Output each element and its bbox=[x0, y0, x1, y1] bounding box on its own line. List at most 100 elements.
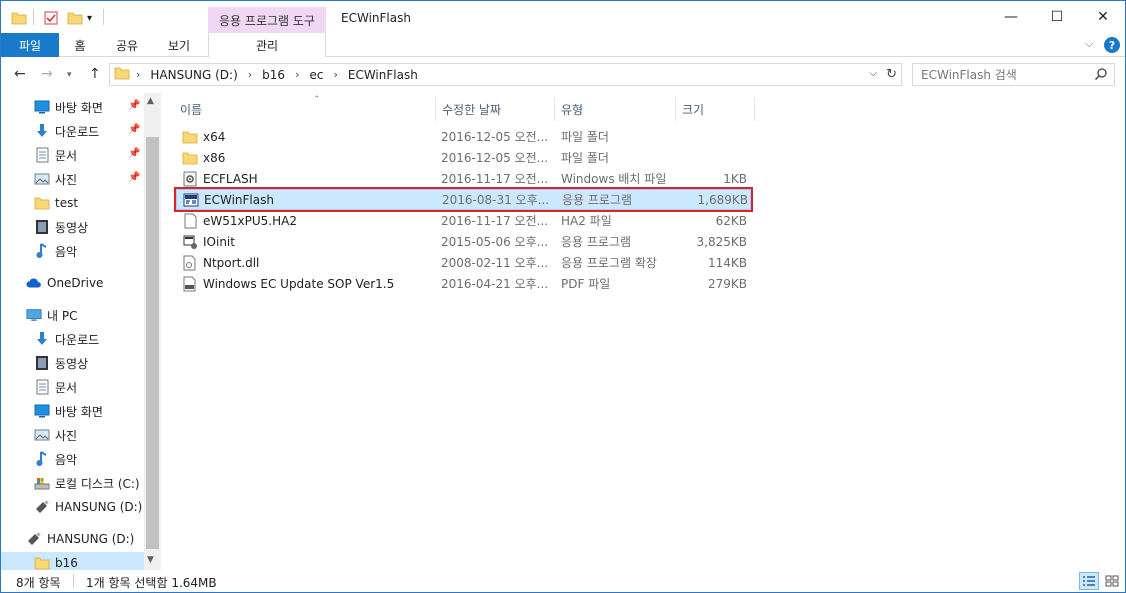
scroll-down-arrow-icon[interactable]: ▼ bbox=[147, 555, 154, 565]
forward-arrow-icon[interactable]: → bbox=[41, 66, 53, 82]
minimize-button[interactable]: — bbox=[988, 1, 1034, 33]
pc-icon bbox=[26, 307, 42, 323]
onedrive-icon bbox=[26, 275, 42, 291]
quick-access-folder-icon[interactable] bbox=[11, 9, 27, 27]
table-row-selected[interactable]: ECWinFlash 2016-08-31 오후... 응용 프로그램 1,68… bbox=[174, 187, 753, 212]
nav-item-label: 로컬 디스크 (C:) bbox=[55, 476, 140, 491]
large-icons-view-icon[interactable] bbox=[1102, 572, 1122, 590]
column-header-date[interactable]: 수정한 날짜 bbox=[436, 97, 555, 121]
nav-item-b16[interactable]: b16 bbox=[1, 552, 144, 570]
dll-file-icon bbox=[182, 255, 198, 271]
nav-item-test[interactable]: test bbox=[1, 192, 144, 214]
search-box[interactable] bbox=[912, 63, 1115, 86]
tab-file[interactable]: 파일 bbox=[1, 33, 59, 57]
table-row[interactable]: Ntport.dll 2008-02-11 오후... 응용 프로그램 확장 1… bbox=[176, 252, 751, 273]
file-type: 파일 폴더 bbox=[561, 151, 609, 165]
properties-check-icon[interactable] bbox=[43, 9, 59, 27]
status-bar: 8개 항목 1개 항목 선택함 1.64MB bbox=[1, 570, 1125, 592]
nav-item-label: test bbox=[55, 196, 79, 210]
breadcrumb-ecwinflash[interactable]: ECWinFlash bbox=[348, 68, 418, 82]
nav-item-videos-quick[interactable]: 동영상 bbox=[1, 216, 144, 238]
nav-item-local-disk-c[interactable]: 로컬 디스크 (C:) bbox=[1, 472, 144, 494]
maximize-button[interactable]: ☐ bbox=[1034, 1, 1080, 33]
up-arrow-icon[interactable]: ↑ bbox=[89, 66, 101, 82]
local-disk-icon bbox=[34, 475, 50, 491]
ecwinflash-app-icon bbox=[183, 192, 199, 208]
quick-access-divider bbox=[103, 9, 104, 25]
breadcrumb-drive[interactable]: HANSUNG (D:) bbox=[150, 68, 237, 82]
refresh-icon[interactable]: ↻ bbox=[886, 67, 897, 82]
back-arrow-icon[interactable]: ← bbox=[14, 66, 26, 82]
close-button[interactable]: ✕ bbox=[1080, 1, 1125, 33]
new-folder-icon[interactable] bbox=[67, 9, 83, 27]
folder-icon bbox=[34, 555, 50, 570]
breadcrumb-b16[interactable]: b16 bbox=[262, 68, 285, 82]
column-header-name[interactable]: ⌃ 이름 bbox=[174, 95, 436, 121]
customize-toolbar-chevron-icon[interactable]: ▾ bbox=[87, 9, 92, 27]
search-icon[interactable] bbox=[1094, 67, 1108, 84]
pin-icon[interactable]: 📌 bbox=[128, 124, 140, 135]
nav-item-videos-pc[interactable]: 동영상 bbox=[1, 352, 144, 374]
nav-item-label: 바탕 화면 bbox=[55, 100, 103, 115]
tab-manage[interactable]: 관리 bbox=[208, 33, 326, 57]
breadcrumb-separator-icon[interactable]: › bbox=[136, 68, 140, 81]
pdf-file-icon bbox=[182, 276, 198, 292]
breadcrumb-ec[interactable]: ec bbox=[309, 68, 323, 82]
tab-home[interactable]: 홈 bbox=[63, 33, 97, 57]
pin-icon[interactable]: 📌 bbox=[128, 148, 140, 159]
nav-item-downloads-pc[interactable]: 다운로드 bbox=[1, 328, 144, 350]
title-bar: ▾ 응용 프로그램 도구 ECWinFlash — ☐ ✕ bbox=[1, 1, 1125, 33]
details-view-icon[interactable] bbox=[1079, 572, 1099, 590]
pin-icon[interactable]: 📌 bbox=[128, 172, 140, 183]
nav-item-label: 동영상 bbox=[55, 356, 89, 371]
table-row[interactable]: ECFLASH 2016-11-17 오전... Windows 배치 파일 1… bbox=[176, 168, 751, 189]
table-row[interactable]: eW51xPU5.HA2 2016-11-17 오전... HA2 파일 62K… bbox=[176, 210, 751, 231]
recent-locations-chevron-icon[interactable]: ▾ bbox=[67, 70, 72, 80]
nav-item-pictures-pc[interactable]: 사진 bbox=[1, 424, 144, 446]
help-icon[interactable]: ? bbox=[1104, 37, 1120, 53]
address-bar[interactable]: › HANSUNG (D:) › b16 › ec › ECWinFlash ⌵… bbox=[109, 63, 902, 86]
breadcrumb-separator-icon[interactable]: › bbox=[295, 68, 299, 81]
table-row[interactable]: x64 2016-12-05 오전... 파일 폴더 bbox=[176, 126, 751, 147]
nav-item-pictures-quick[interactable]: 사진 📌 bbox=[1, 168, 144, 190]
batch-file-icon bbox=[182, 171, 198, 187]
scrollbar-thumb[interactable] bbox=[146, 137, 159, 549]
tab-share[interactable]: 공유 bbox=[109, 33, 145, 57]
app-tools-context-label: 응용 프로그램 도구 bbox=[208, 7, 326, 33]
nav-item-music-pc[interactable]: 음악 bbox=[1, 448, 144, 470]
breadcrumb-separator-icon[interactable]: › bbox=[248, 68, 252, 81]
table-row[interactable]: Windows EC Update SOP Ver1.5 2016-04-21 … bbox=[176, 273, 751, 294]
table-row[interactable]: IOinit 2015-05-06 오후... 응용 프로그램 3,825KB bbox=[176, 231, 751, 252]
nav-item-this-pc[interactable]: 내 PC bbox=[1, 304, 144, 326]
scroll-up-arrow-icon[interactable]: ▲ bbox=[147, 96, 154, 106]
nav-item-desktop-quick[interactable]: 바탕 화면 📌 bbox=[1, 96, 144, 118]
nav-item-hansung-d-root[interactable]: HANSUNG (D:) bbox=[1, 528, 144, 550]
breadcrumb-separator-icon[interactable]: › bbox=[333, 68, 337, 81]
nav-item-music-quick[interactable]: 음악 bbox=[1, 240, 144, 262]
nav-item-onedrive[interactable]: OneDrive bbox=[1, 272, 144, 294]
nav-item-desktop-pc[interactable]: 바탕 화면 bbox=[1, 400, 144, 422]
search-input[interactable] bbox=[921, 67, 1091, 82]
column-header-type[interactable]: 유형 bbox=[555, 97, 676, 121]
pictures-icon bbox=[34, 427, 50, 443]
blank-file-icon bbox=[182, 213, 198, 229]
file-name: ECFLASH bbox=[203, 171, 258, 186]
nav-item-documents-pc[interactable]: 문서 bbox=[1, 376, 144, 398]
pin-icon[interactable]: 📌 bbox=[128, 100, 140, 111]
table-row[interactable]: x86 2016-12-05 오전... 파일 폴더 bbox=[176, 147, 751, 168]
nav-item-downloads-quick[interactable]: 다운로드 📌 bbox=[1, 120, 144, 142]
desktop-icon bbox=[34, 99, 50, 115]
folder-icon bbox=[182, 150, 198, 166]
quick-access-divider bbox=[33, 9, 34, 25]
address-history-chevron-icon[interactable]: ⌵ bbox=[869, 68, 877, 79]
nav-item-documents-quick[interactable]: 문서 📌 bbox=[1, 144, 144, 166]
expand-ribbon-chevron-icon[interactable]: ⌵ bbox=[1085, 37, 1093, 51]
ribbon-tabs: 파일 홈 공유 보기 관리 ⌵ ? bbox=[1, 33, 1125, 57]
column-header-size[interactable]: 크기 bbox=[676, 97, 755, 121]
file-type: 응용 프로그램 bbox=[562, 193, 633, 207]
nav-item-hansung-d-pc[interactable]: HANSUNG (D:) bbox=[1, 496, 144, 518]
file-type: HA2 파일 bbox=[561, 214, 612, 228]
tab-view[interactable]: 보기 bbox=[159, 33, 199, 57]
folder-icon bbox=[182, 129, 198, 145]
nav-pane-scrollbar[interactable]: ▲ ▼ bbox=[144, 93, 161, 570]
